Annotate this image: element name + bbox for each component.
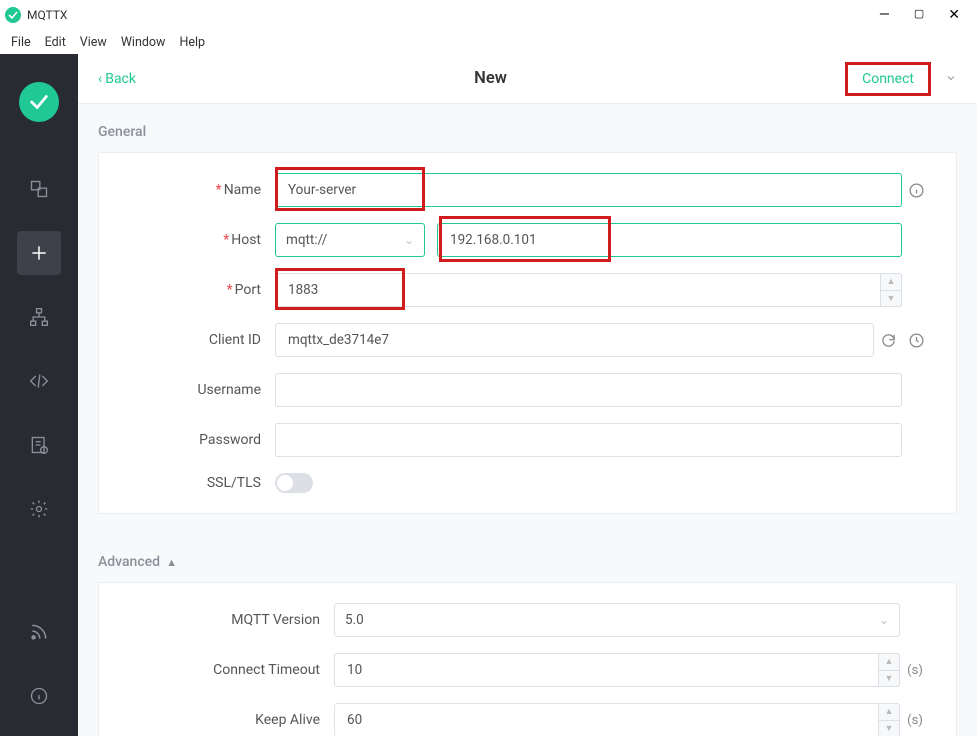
close-window-button[interactable]: ✕ [948, 8, 960, 22]
label-name: Name [224, 182, 261, 198]
sidebar-item-info[interactable] [17, 674, 61, 718]
menu-bar: File Edit View Window Help [0, 30, 977, 54]
label-host: Host [231, 232, 261, 248]
port-stepper[interactable]: ▲▼ [880, 273, 902, 307]
menu-file[interactable]: File [5, 33, 37, 52]
minimize-button[interactable]: — [879, 8, 890, 22]
menu-view[interactable]: View [74, 33, 113, 52]
keepalive-stepper[interactable]: ▲▼ [878, 703, 900, 736]
sidebar-item-connections[interactable] [17, 167, 61, 211]
chevron-down-icon: ⌄ [404, 233, 414, 247]
app-logo-icon [19, 82, 59, 122]
clock-icon[interactable] [902, 326, 930, 354]
timeout-stepper[interactable]: ▲▼ [878, 653, 900, 687]
sidebar-item-log[interactable] [17, 423, 61, 467]
section-general-title: General [78, 104, 977, 152]
title-bar: MQTTX — ▢ ✕ [0, 0, 977, 30]
advanced-form: MQTT Version 5.0 ⌄ Connect Timeout ▲▼ [98, 582, 957, 736]
password-input[interactable] [275, 423, 902, 457]
chevron-left-icon: ‹ [98, 71, 102, 87]
name-input[interactable] [275, 173, 902, 207]
unit-seconds: (s) [900, 663, 930, 678]
port-input[interactable] [275, 273, 902, 307]
menu-help[interactable]: Help [173, 33, 211, 52]
timeout-input[interactable] [334, 653, 900, 687]
host-input[interactable] [437, 223, 902, 257]
window-title: MQTTX [27, 8, 67, 22]
username-input[interactable] [275, 373, 902, 407]
back-button[interactable]: ‹ Back [98, 71, 136, 87]
ssl-toggle[interactable] [275, 473, 313, 493]
sidebar-item-new[interactable] [17, 231, 61, 275]
label-port: Port [235, 282, 261, 298]
label-clientid: Client ID [209, 332, 261, 348]
sidebar-item-settings[interactable] [17, 487, 61, 531]
connect-button[interactable]: Connect [848, 65, 928, 93]
back-label: Back [105, 71, 136, 87]
sidebar-item-feed[interactable] [17, 610, 61, 654]
sidebar-item-script[interactable] [17, 359, 61, 403]
label-version: MQTT Version [231, 612, 320, 628]
menu-window[interactable]: Window [115, 33, 172, 52]
section-advanced-title[interactable]: Advanced ▲ [78, 534, 977, 582]
advanced-label: Advanced [98, 554, 160, 570]
scheme-select[interactable]: mqtt:// ⌄ [275, 223, 425, 257]
sidebar-item-tree[interactable] [17, 295, 61, 339]
label-timeout: Connect Timeout [213, 662, 320, 678]
label-keepalive: Keep Alive [255, 712, 320, 728]
page-title: New [136, 69, 845, 88]
label-ssl: SSL/TLS [207, 475, 261, 491]
unit-seconds: (s) [900, 713, 930, 728]
general-form: *Name *Host mqtt:// ⌄ [98, 152, 957, 514]
version-value: 5.0 [345, 612, 364, 628]
version-select[interactable]: 5.0 ⌄ [334, 603, 900, 637]
refresh-icon[interactable] [874, 326, 902, 354]
top-bar: ‹ Back New Connect [78, 54, 977, 104]
keepalive-input[interactable] [334, 703, 900, 736]
label-password: Password [199, 432, 261, 448]
label-username: Username [197, 382, 261, 398]
caret-up-icon: ▲ [166, 556, 177, 569]
connect-dropdown-icon[interactable] [945, 69, 957, 88]
info-icon[interactable] [902, 176, 930, 204]
clientid-input[interactable] [275, 323, 874, 357]
scheme-value: mqtt:// [286, 232, 327, 248]
chevron-down-icon: ⌄ [879, 613, 889, 627]
menu-edit[interactable]: Edit [39, 33, 72, 52]
sidebar [0, 54, 78, 736]
app-logo-icon [5, 7, 21, 23]
maximize-button[interactable]: ▢ [914, 8, 924, 22]
